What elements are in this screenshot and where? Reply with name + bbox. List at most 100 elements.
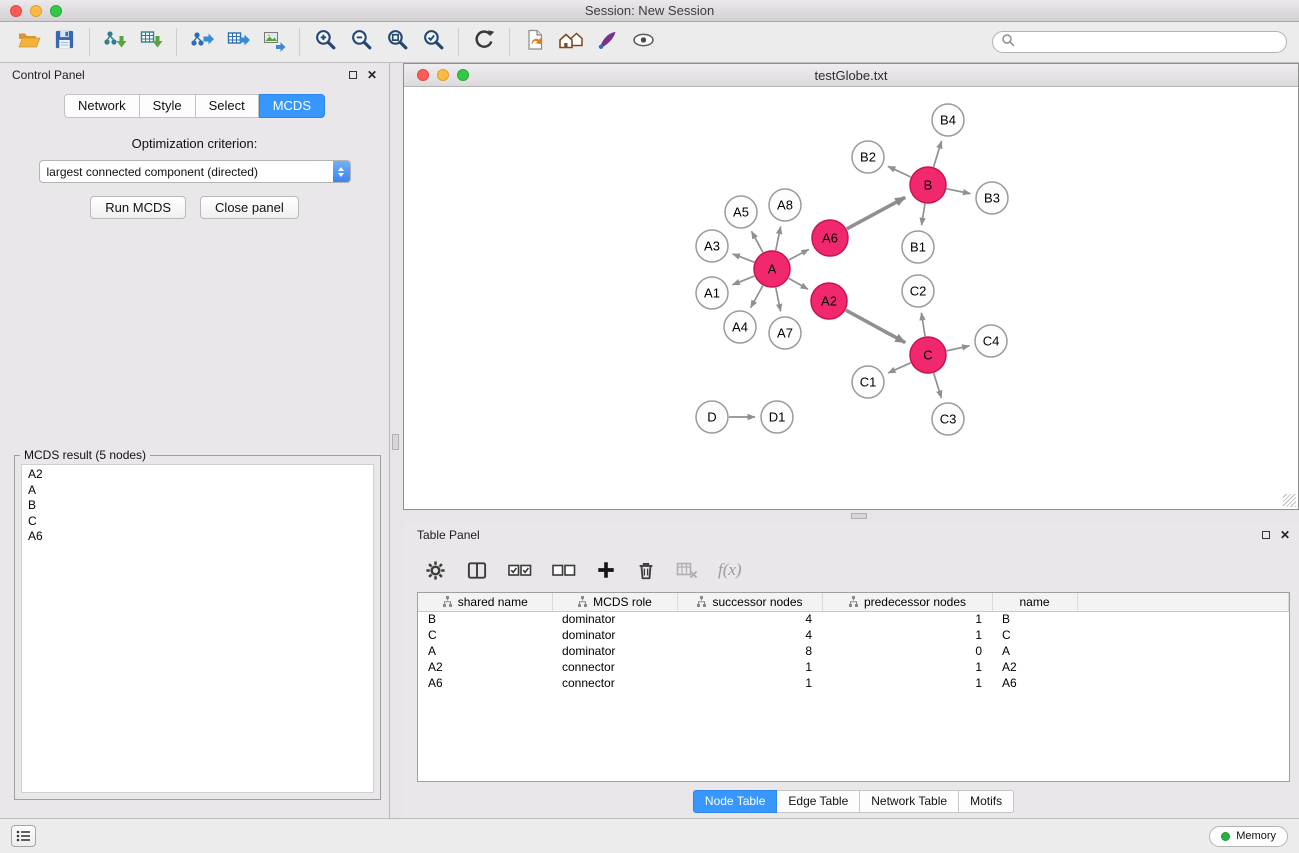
network-close-button[interactable]: [417, 69, 429, 81]
column-header-successor-nodes[interactable]: successor nodes: [677, 593, 822, 611]
tab-style[interactable]: Style: [140, 94, 196, 118]
split-divider-button[interactable]: [392, 434, 399, 450]
graph-edge[interactable]: [934, 373, 942, 398]
close-panel-button[interactable]: Close panel: [200, 196, 299, 219]
table-row[interactable]: Bdominator 41 B: [418, 611, 1289, 627]
graph-edge[interactable]: [888, 166, 911, 177]
tab-mcds[interactable]: MCDS: [259, 94, 325, 118]
tab-node-table[interactable]: Node Table: [693, 790, 778, 813]
tab-network-table[interactable]: Network Table: [860, 790, 959, 813]
mcds-result-list[interactable]: A2 A B C A6: [21, 464, 374, 793]
column-header-name[interactable]: name: [992, 593, 1077, 611]
column-header-shared-name[interactable]: shared name: [418, 593, 552, 611]
export-network-icon: [190, 28, 214, 57]
refresh-button[interactable]: [466, 25, 502, 59]
graph-edge[interactable]: [751, 286, 763, 308]
zoom-fit-button[interactable]: [379, 25, 415, 59]
open-session-button[interactable]: [10, 25, 46, 59]
unselect-all-columns-button[interactable]: [552, 563, 576, 578]
document-arrow-button[interactable]: [517, 25, 553, 59]
import-table-from-file-button[interactable]: [133, 25, 169, 59]
curve-tool-button[interactable]: [589, 25, 625, 59]
horizontal-split-divider[interactable]: [403, 510, 1299, 522]
graph-edge[interactable]: [922, 204, 925, 226]
graph-edge[interactable]: [776, 288, 781, 312]
memory-button[interactable]: Memory: [1209, 826, 1288, 847]
graph-edge[interactable]: [847, 197, 905, 229]
show-graphics-details-button[interactable]: [625, 25, 661, 59]
titlebar: Session: New Session: [0, 0, 1299, 22]
list-item[interactable]: A: [22, 483, 373, 499]
column-header-mcds-role[interactable]: MCDS role: [552, 593, 677, 611]
graph-edge[interactable]: [752, 231, 763, 252]
create-column-button[interactable]: [596, 560, 616, 580]
network-graph[interactable]: B4B2BB3A5A8A6B1A3AC2A1A2A4A7CC4C1C3DD1: [404, 87, 1298, 508]
graph-edge[interactable]: [776, 227, 781, 251]
search-input[interactable]: [1020, 34, 1278, 50]
memory-status-icon: [1221, 832, 1230, 841]
list-item[interactable]: B: [22, 498, 373, 514]
criterion-dropdown[interactable]: largest connected component (directed): [39, 160, 351, 183]
export-network-button[interactable]: [184, 25, 220, 59]
graph-node-label: C3: [940, 412, 957, 427]
table-row[interactable]: A6connector 11 A6: [418, 675, 1289, 691]
mcds-result-title: MCDS result (5 nodes): [20, 448, 150, 462]
export-table-icon: [226, 28, 250, 57]
tab-select[interactable]: Select: [196, 94, 259, 118]
graph-edge[interactable]: [789, 249, 809, 260]
table-row[interactable]: A2connector 11 A2: [418, 659, 1289, 675]
network-canvas[interactable]: B4B2BB3A5A8A6B1A3AC2A1A2A4A7CC4C1C3DD1: [404, 87, 1298, 509]
zoom-out-button[interactable]: [343, 25, 379, 59]
split-divider-button[interactable]: [851, 513, 867, 519]
table-row[interactable]: Adominator 80 A: [418, 643, 1289, 659]
close-panel-icon-button[interactable]: ✕: [1280, 529, 1290, 541]
float-panel-button[interactable]: [1262, 531, 1270, 539]
refresh-icon: [472, 28, 496, 57]
table-row[interactable]: Cdominator 41 C: [418, 627, 1289, 643]
list-item[interactable]: A2: [22, 467, 373, 483]
houses-button[interactable]: [553, 25, 589, 59]
zoom-selected-button[interactable]: [415, 25, 451, 59]
dropdown-stepper-icon: [333, 160, 350, 183]
network-zoom-button[interactable]: [457, 69, 469, 81]
save-session-button[interactable]: [46, 25, 82, 59]
table-panel: Table Panel ✕ f(x): [403, 522, 1299, 818]
tab-motifs[interactable]: Motifs: [959, 790, 1014, 813]
show-task-history-button[interactable]: [11, 825, 36, 847]
graph-edge[interactable]: [789, 278, 809, 289]
close-panel-icon-button[interactable]: ✕: [367, 69, 377, 81]
search-field[interactable]: [992, 31, 1287, 53]
graph-edge[interactable]: [888, 363, 911, 373]
list-item[interactable]: C: [22, 514, 373, 530]
graph-edge[interactable]: [947, 346, 970, 351]
column-header-predecessor-nodes[interactable]: predecessor nodes: [822, 593, 992, 611]
graph-edge[interactable]: [846, 310, 905, 342]
table-options-button[interactable]: [425, 560, 446, 581]
minimize-window-button[interactable]: [30, 5, 42, 17]
window-resize-grip[interactable]: [1283, 494, 1296, 507]
graph-edge[interactable]: [934, 141, 942, 167]
import-network-from-file-button[interactable]: [97, 25, 133, 59]
graph-node-label: D1: [769, 410, 786, 425]
close-window-button[interactable]: [10, 5, 22, 17]
window-title: Session: New Session: [0, 3, 1299, 18]
delete-column-button[interactable]: [636, 560, 656, 581]
zoom-in-button[interactable]: [307, 25, 343, 59]
graph-edge[interactable]: [733, 254, 755, 262]
network-minimize-button[interactable]: [437, 69, 449, 81]
show-columns-button[interactable]: [466, 560, 488, 581]
zoom-window-button[interactable]: [50, 5, 62, 17]
float-panel-button[interactable]: [349, 71, 357, 79]
graph-edge[interactable]: [947, 189, 971, 194]
select-all-columns-button[interactable]: [508, 563, 532, 578]
export-image-button[interactable]: [256, 25, 292, 59]
graph-edge[interactable]: [732, 276, 754, 285]
tab-edge-table[interactable]: Edge Table: [777, 790, 860, 813]
zoom-selected-icon: [422, 28, 445, 56]
tab-network[interactable]: Network: [64, 94, 140, 118]
list-item[interactable]: A6: [22, 529, 373, 545]
graph-edge[interactable]: [921, 313, 925, 336]
export-table-button[interactable]: [220, 25, 256, 59]
run-mcds-button[interactable]: Run MCDS: [90, 196, 186, 219]
graph-node-label: A5: [733, 205, 749, 220]
